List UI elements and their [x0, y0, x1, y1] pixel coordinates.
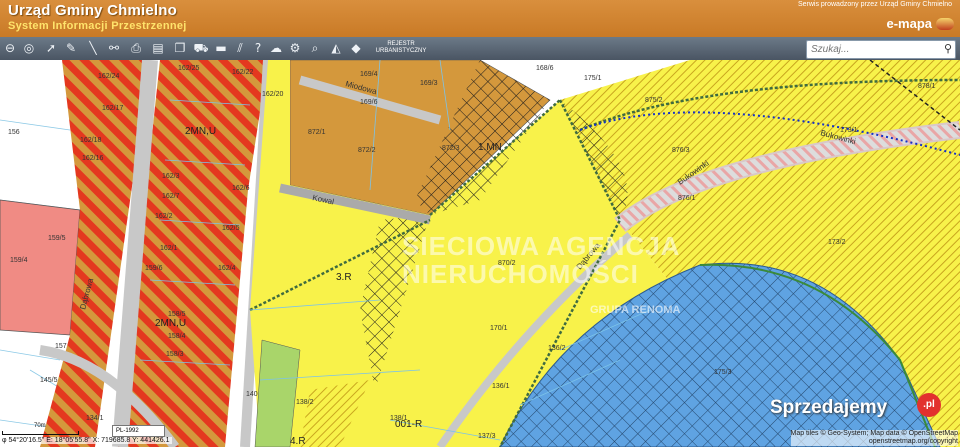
map-attribution: Map tiles © Geo-System; Map data © OpenS… [790, 430, 959, 446]
search-icon[interactable]: ⚲ [944, 42, 952, 55]
parcel-label: 158/4 [168, 333, 186, 340]
parcel-label: 162/4 [218, 265, 236, 272]
parcel-label: 162/7 [162, 193, 180, 200]
projection-select[interactable]: PL-1992 [112, 425, 165, 437]
parcel-label: 138/2 [296, 399, 314, 406]
zone-label: 2MN,U [155, 318, 186, 329]
parcel-label: 175/3 [714, 369, 732, 376]
served-by-text: Serwis prowadzony przez Urząd Gminy Chmi… [797, 1, 952, 8]
parcel-label: 134/1 [86, 415, 104, 422]
scale-label: 70m [34, 423, 46, 429]
parcel-label: 875/2 [645, 97, 663, 104]
search-input[interactable] [811, 41, 929, 58]
parcel-label: 136/2 [548, 345, 566, 352]
sprzedajemy-logo-badge: .pl [917, 393, 941, 417]
parcel-label: 159/4 [10, 257, 28, 264]
parcel-label: 162/20 [262, 91, 284, 98]
commercial-zone [0, 199, 81, 336]
car-icon[interactable]: ⛟ [193, 40, 209, 56]
parcel-label: 162/3 [162, 173, 180, 180]
parcel-label: 162/1 [160, 245, 178, 252]
registry-label-2: URBANISTYCZNY [375, 48, 427, 54]
parcel-label: 162/16 [82, 155, 104, 162]
layer-toggle-icon[interactable]: ◭ [328, 40, 344, 56]
settings-icon[interactable]: ⚙ [287, 40, 303, 56]
parcel-label: 138/1 [390, 415, 408, 422]
zoom-extent-icon[interactable]: ◎ [21, 40, 37, 56]
measure-line-icon[interactable]: ╲ [85, 40, 101, 56]
help-icon[interactable]: ? [250, 40, 266, 56]
watermark-line-1: SIECIOWA AGENCJA [402, 231, 681, 261]
parcel-label: 169/6 [360, 99, 378, 106]
attribution-line-1: Map tiles © Geo-System; Map data © OpenS… [790, 430, 959, 437]
watermark-small: GRUPA RENOMA [590, 304, 681, 316]
parcel-label: 162/24 [98, 73, 120, 80]
link-icon[interactable]: ⚯ [106, 40, 122, 56]
sprzedajemy-logo: Sprzedajemy [770, 397, 888, 418]
parcel-label: 872/3 [442, 145, 460, 152]
zone-label: 1.MN [478, 142, 502, 153]
parcel-label: 876/3 [672, 147, 690, 154]
search-box: ⚲ [806, 40, 956, 59]
parcel-label: 878/1 [918, 83, 936, 90]
zone-label: 4.R [290, 436, 306, 447]
parcel-label: 162/2 [155, 213, 173, 220]
parcel-label: 159/5 [48, 235, 66, 242]
brand-logo [936, 18, 954, 30]
app-header: Urząd Gminy Chmielno System Informacji P… [0, 0, 960, 37]
parcel-label: 137/3 [478, 433, 496, 440]
parcel-label: 170/1 [490, 325, 508, 332]
parcel-label: 872/2 [358, 147, 376, 154]
parcel-label: 173/2 [828, 239, 846, 246]
parcel-label: 175/1 [584, 75, 602, 82]
parcel-label: 158/5 [168, 311, 186, 318]
parcel-label: 876/1 [678, 195, 696, 202]
attribution-link[interactable]: openstreetmap.org/copyright [791, 438, 958, 446]
zoom-out-icon[interactable]: ⊖ [2, 40, 18, 56]
parcel-label: 145/5 [40, 377, 58, 384]
parcel-label: 162/6 [232, 185, 250, 192]
parcel-label: 159/6 [145, 265, 163, 272]
parcel-label: 136/1 [492, 383, 510, 390]
parcel-label: 162/18 [80, 137, 102, 144]
scale-line [2, 431, 79, 435]
parcel-label: 158/3 [166, 351, 184, 358]
pen-icon[interactable]: ✎ [63, 40, 79, 56]
pencil-lines-icon[interactable]: ⫽ [232, 40, 248, 56]
shapes-icon[interactable]: ◆ [348, 40, 364, 56]
parcel-label: 168/6 [536, 65, 554, 72]
parcel-label: 162/17 [102, 105, 124, 112]
cloud-icon[interactable]: ☁ [268, 40, 284, 56]
vehicle-icon[interactable]: ▬ [213, 40, 229, 56]
select-arrow-icon[interactable]: ➚ [43, 40, 59, 56]
parcel-label: 157 [55, 343, 67, 350]
registry-label-1: REJESTR [387, 41, 415, 47]
parcel-label: 162/25 [178, 65, 200, 72]
watermark-line-2: NIERUCHOMOŚCI [402, 259, 639, 289]
parcel-label: 162/22 [232, 69, 254, 76]
parcel-label: 140 [246, 391, 258, 398]
parcel-label: 169/3 [420, 80, 438, 87]
parcel-label: 872/1 [308, 129, 326, 136]
parcel-label: 162/5 [222, 225, 240, 232]
zone-label: 3.R [336, 272, 352, 283]
parcel-label: 169/4 [360, 71, 378, 78]
watermark: SIECIOWA AGENCJA NIERUCHOMOŚCI [402, 232, 680, 288]
coordinates-readout: φ 54°20'16.5" E: 18°05'55.8" X: 719685.8… [0, 437, 172, 444]
app-title: Urząd Gminy Chmielno [8, 2, 178, 19]
registry-button[interactable]: REJESTR URBANISTYCZNY [370, 41, 432, 55]
zoom-area-icon[interactable]: ⌕ [307, 40, 323, 56]
parcel-label: 156 [8, 129, 20, 136]
print-icon[interactable]: ⎙ [128, 40, 144, 56]
zone-label: 2MN,U [185, 126, 216, 137]
brand-name[interactable]: e-mapa [886, 16, 932, 31]
app-subtitle: System Informacji Przestrzennej [8, 20, 187, 32]
toolbar: ⊖ ◎ ➚ ✎ ╲ ⚯ ⎙ ▤ ❐ ⛟ ▬ ⫽ ? ☁ ⚙ ⌕ ◭ ◆ REJE… [0, 37, 960, 61]
copy-icon[interactable]: ❐ [172, 40, 188, 56]
layers-icon[interactable]: ▤ [150, 40, 166, 56]
